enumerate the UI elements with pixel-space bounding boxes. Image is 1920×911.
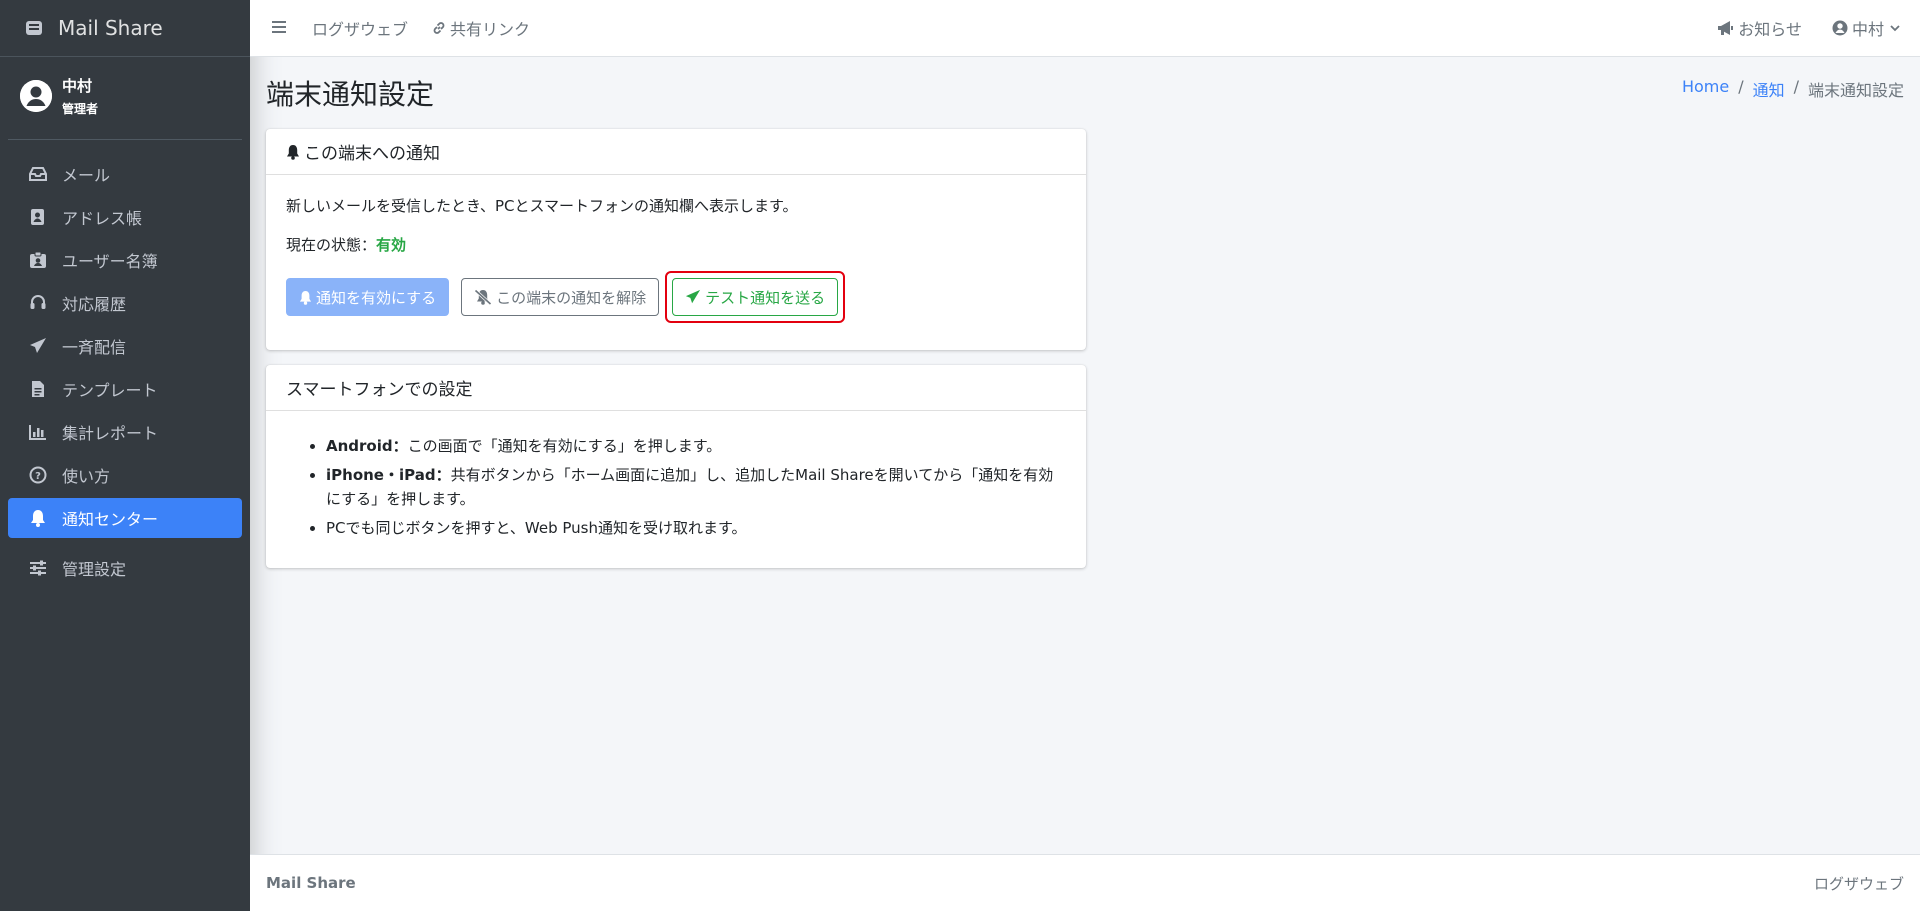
sidebar-item-help[interactable]: ? 使い方: [8, 455, 242, 495]
bar-chart-icon: [28, 422, 48, 442]
topbar-link-label: ログザウェブ: [312, 20, 409, 39]
sidebar-item-label: 使い方: [62, 467, 111, 486]
brand-name: Mail Share: [58, 16, 163, 40]
device-notification-card: この端末への通知 新しいメールを受信したとき、PCとスマートフォンの通知欄へ表示…: [266, 129, 1086, 350]
sidebar-item-address-book[interactable]: アドレス帳: [8, 197, 242, 237]
bell-icon: [286, 144, 300, 160]
topbar-link-shared[interactable]: 共有リンク: [432, 16, 530, 40]
status-label: 現在の状態：: [286, 236, 377, 254]
send-test-notification-button[interactable]: テスト通知を送る: [672, 278, 839, 316]
sliders-icon: [28, 558, 48, 578]
card-body: Android：この画面で「通知を有効にする」を押します。 iPhone・iPa…: [266, 411, 1086, 566]
footer: Mail Share ログザウェブ: [250, 854, 1920, 911]
smartphone-settings-card: スマートフォンでの設定 Android：この画面で「通知を有効にする」を押します…: [266, 365, 1086, 568]
sidebar-nav: メール アドレス帳 ユーザー名簿 対応履歴 一斉配信 テンプレート 集計レポート…: [0, 154, 250, 588]
page-title: 端末通知設定: [266, 78, 435, 111]
highlight-box: テスト通知を送る: [665, 271, 846, 323]
sidebar-item-label: 対応履歴: [62, 295, 127, 314]
button-label: この端末の通知を解除: [496, 288, 647, 307]
user-role: 管理者: [62, 102, 99, 116]
breadcrumb-separator: /: [1738, 77, 1744, 96]
sidebar-item-history[interactable]: 対応履歴: [8, 283, 242, 323]
card-header: スマートフォンでの設定: [266, 365, 1086, 411]
sidebar-item-label: 管理設定: [62, 560, 127, 579]
inbox-icon: [28, 164, 48, 184]
sidebar-item-label: 集計レポート: [62, 424, 159, 443]
tips-list: Android：この画面で「通知を有効にする」を押します。 iPhone・iPa…: [286, 431, 1066, 540]
user-name[interactable]: 中村: [62, 75, 98, 96]
disable-notification-button[interactable]: この端末の通知を解除: [461, 278, 660, 316]
footer-brand: Mail Share: [266, 874, 356, 892]
bell-slash-icon: [474, 289, 492, 305]
breadcrumb: Home / 通知 / 端末通知設定: [1682, 77, 1904, 101]
breadcrumb-home[interactable]: Home: [1682, 77, 1729, 101]
enable-notification-button[interactable]: 通知を有効にする: [286, 278, 450, 316]
id-badge-icon: [28, 250, 48, 270]
sidebar-item-broadcast[interactable]: 一斉配信: [8, 326, 242, 366]
list-item: PCでも同じボタンを押すと、Web Push通知を受け取れます。: [326, 517, 1066, 540]
topbar-notice[interactable]: お知らせ: [1716, 16, 1802, 40]
card-title: スマートフォンでの設定: [286, 380, 473, 400]
paper-plane-icon: [685, 289, 701, 305]
sidebar-item-mail[interactable]: メール: [8, 154, 242, 194]
button-label: テスト通知を送る: [705, 288, 826, 307]
topbar-user-menu[interactable]: 中村: [1832, 16, 1904, 40]
svg-text:?: ?: [35, 471, 41, 482]
list-item: iPhone・iPad：共有ボタンから「ホーム画面に追加」し、追加したMail …: [326, 464, 1066, 511]
tip-text: PCでも同じボタンを押すと、Web Push通知を受け取れます。: [326, 518, 747, 537]
sidebar-item-label: アドレス帳: [62, 209, 143, 228]
user-panel: 中村 管理者: [8, 57, 242, 140]
card-header: この端末への通知: [266, 129, 1086, 175]
question-circle-icon: ?: [28, 465, 48, 485]
megaphone-icon: [1716, 20, 1734, 36]
footer-link[interactable]: ログザウェブ: [1814, 873, 1904, 894]
button-label: 通知を有効にする: [316, 288, 437, 307]
brand-link[interactable]: Mail Share: [0, 0, 250, 57]
address-book-icon: [28, 207, 48, 227]
sidebar-item-label: 通知センター: [62, 510, 159, 529]
list-item: Android：この画面で「通知を有効にする」を押します。: [326, 435, 1066, 458]
sidebar-item-template[interactable]: テンプレート: [8, 369, 242, 409]
topbar-link-label: 共有リンク: [450, 20, 531, 39]
topbar: ログザウェブ 共有リンク お知らせ 中村: [250, 0, 1920, 57]
sidebar-item-notification-center[interactable]: 通知センター: [8, 498, 242, 538]
topbar-right: お知らせ 中村: [1686, 16, 1904, 40]
bell-icon: [28, 508, 48, 528]
chevron-down-icon: [1890, 24, 1900, 32]
sidebar-item-label: 一斉配信: [62, 338, 127, 357]
status-line: 現在の状態：有効: [286, 234, 1066, 255]
topbar-notice-label: お知らせ: [1738, 20, 1802, 39]
status-value: 有効: [376, 236, 407, 254]
sidebar-item-label: ユーザー名簿: [62, 252, 158, 271]
headset-icon: [28, 293, 48, 313]
mail-logo-icon: [22, 16, 46, 40]
user-circle-icon: [1832, 20, 1848, 36]
tip-heading: iPhone・iPad：: [326, 466, 451, 485]
breadcrumb-notification[interactable]: 通知: [1753, 77, 1785, 101]
card-description: 新しいメールを受信したとき、PCとスマートフォンの通知欄へ表示します。: [286, 197, 798, 215]
breadcrumb-separator: /: [1793, 77, 1799, 96]
topbar-link-logtheweb[interactable]: ログザウェブ: [312, 16, 408, 40]
sidebar-item-label: テンプレート: [62, 381, 158, 400]
sidebar: Mail Share 中村 管理者 メール アドレス帳 ユーザー名簿 対応履歴: [0, 0, 250, 911]
topbar-user-name: 中村: [1851, 20, 1884, 39]
sidebar-item-report[interactable]: 集計レポート: [8, 412, 242, 452]
button-group: 通知を有効にする この端末の通知を解除 テスト通知を送る: [286, 271, 1066, 323]
link-icon: [432, 21, 446, 35]
paper-plane-icon: [28, 336, 48, 356]
menu-toggle-icon[interactable]: [272, 18, 288, 39]
file-icon: [28, 379, 48, 399]
tip-heading: Android：: [326, 437, 408, 455]
tip-text: この画面で「通知を有効にする」を押します。: [407, 437, 722, 455]
user-avatar-icon: [20, 80, 52, 112]
card-body: 新しいメールを受信したとき、PCとスマートフォンの通知欄へ表示します。 現在の状…: [266, 175, 1086, 343]
sidebar-item-admin-settings[interactable]: 管理設定: [8, 548, 242, 588]
card-title: この端末への通知: [304, 144, 440, 164]
breadcrumb-current: 端末通知設定: [1807, 81, 1904, 100]
sidebar-item-label: メール: [62, 166, 111, 185]
sidebar-item-user-list[interactable]: ユーザー名簿: [8, 240, 242, 280]
bell-icon: [299, 290, 312, 305]
